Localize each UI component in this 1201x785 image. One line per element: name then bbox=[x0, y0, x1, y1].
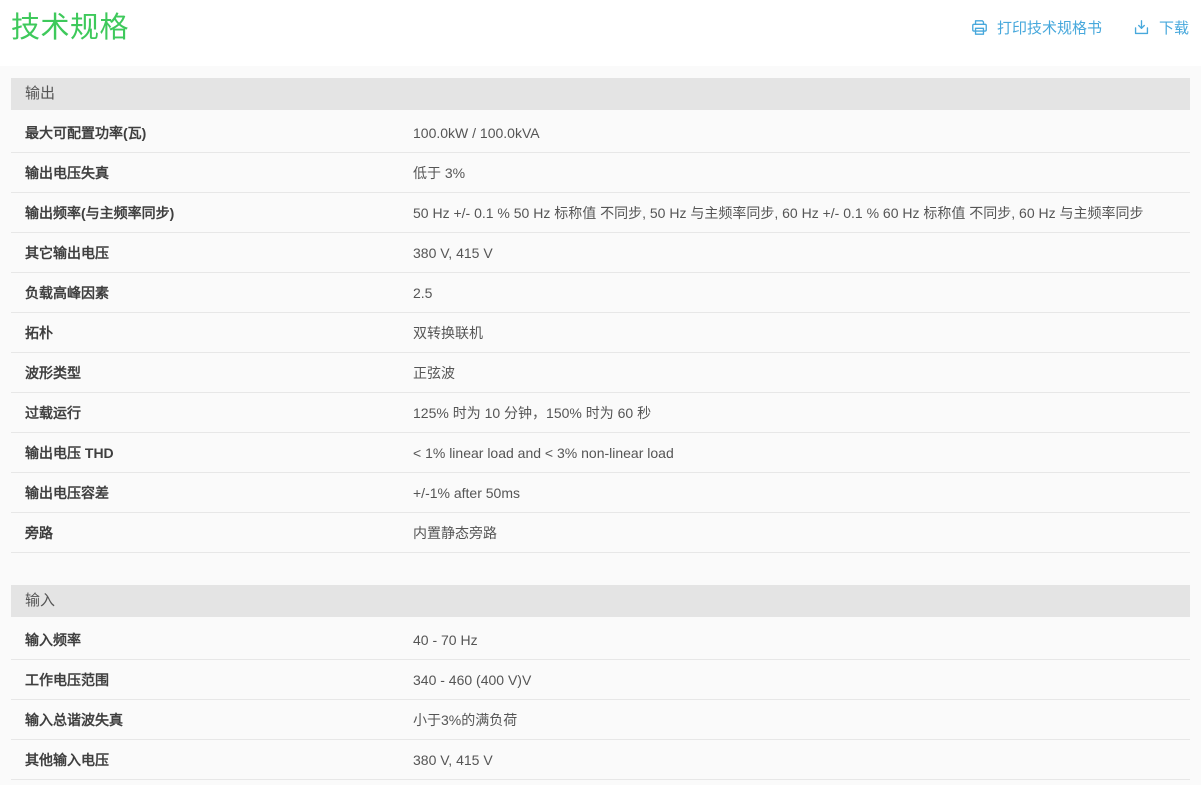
spec-row-label: 其他输入电压 bbox=[11, 750, 413, 770]
download-icon bbox=[1132, 18, 1151, 37]
header-actions: 打印技术规格书 下载 bbox=[970, 17, 1189, 38]
page-title: 技术规格 bbox=[11, 14, 129, 43]
spec-row-label: 输出电压失真 bbox=[11, 163, 413, 183]
spec-row: 输出电压 THD < 1% linear load and < 3% non-l… bbox=[11, 433, 1190, 473]
spec-row-label: 工作电压范围 bbox=[11, 670, 413, 690]
print-spec-link[interactable]: 打印技术规格书 bbox=[970, 17, 1102, 38]
spec-row: 波形类型 正弦波 bbox=[11, 353, 1190, 393]
spec-row-value: 340 - 460 (400 V)V bbox=[413, 672, 1190, 688]
spec-row: 工作电压范围 340 - 460 (400 V)V bbox=[11, 660, 1190, 700]
spec-row: 输出电压失真 低于 3% bbox=[11, 153, 1190, 193]
spec-row-value: 内置静态旁路 bbox=[413, 523, 1190, 543]
section-body: 最大可配置功率(瓦) 100.0kW / 100.0kVA 输出电压失真 低于 … bbox=[11, 110, 1190, 553]
spec-row-label: 其它输出电压 bbox=[11, 243, 413, 263]
section-header: 输出 bbox=[11, 78, 1190, 110]
download-link[interactable]: 下载 bbox=[1132, 17, 1189, 38]
spec-row-label: 最大可配置功率(瓦) bbox=[11, 123, 413, 143]
printer-icon bbox=[970, 18, 989, 37]
spec-row-value: 50 Hz +/- 0.1 % 50 Hz 标称值 不同步, 50 Hz 与主频… bbox=[413, 203, 1190, 223]
spec-row: 过载运行 125% 时为 10 分钟，150% 时为 60 秒 bbox=[11, 393, 1190, 433]
spec-row-value: 低于 3% bbox=[413, 163, 1190, 183]
spec-row-label: 输出频率(与主频率同步) bbox=[11, 203, 413, 223]
spec-row: 输出频率(与主频率同步) 50 Hz +/- 0.1 % 50 Hz 标称值 不… bbox=[11, 193, 1190, 233]
spec-row-value: 380 V, 415 V bbox=[413, 245, 1190, 261]
spec-tables: 输出 最大可配置功率(瓦) 100.0kW / 100.0kVA 输出电压失真 … bbox=[0, 66, 1201, 780]
spec-row: 输出电压容差 +/-1% after 50ms bbox=[11, 473, 1190, 513]
spec-row-label: 旁路 bbox=[11, 523, 413, 543]
spec-section: 输出 最大可配置功率(瓦) 100.0kW / 100.0kVA 输出电压失真 … bbox=[11, 78, 1190, 553]
spec-section: 输入 输入频率 40 - 70 Hz 工作电压范围 340 - 460 (400… bbox=[11, 585, 1190, 780]
spec-row-value: 2.5 bbox=[413, 285, 1190, 301]
spec-row: 旁路 内置静态旁路 bbox=[11, 513, 1190, 553]
spec-row-label: 波形类型 bbox=[11, 363, 413, 383]
spec-row: 拓朴 双转换联机 bbox=[11, 313, 1190, 353]
print-spec-label: 打印技术规格书 bbox=[997, 17, 1102, 38]
spec-row-label: 输出电压容差 bbox=[11, 483, 413, 503]
spec-row-value: +/-1% after 50ms bbox=[413, 485, 1190, 501]
spec-row: 最大可配置功率(瓦) 100.0kW / 100.0kVA bbox=[11, 113, 1190, 153]
spec-row-label: 过载运行 bbox=[11, 403, 413, 423]
spec-row-value: 40 - 70 Hz bbox=[413, 632, 1190, 648]
download-label: 下载 bbox=[1159, 17, 1189, 38]
spec-row-value: 双转换联机 bbox=[413, 323, 1190, 343]
spec-row-label: 拓朴 bbox=[11, 323, 413, 343]
spec-row-value: 380 V, 415 V bbox=[413, 752, 1190, 768]
spec-row-value: 125% 时为 10 分钟，150% 时为 60 秒 bbox=[413, 403, 1190, 423]
page-header: 技术规格 打印技术规格书 bbox=[0, 0, 1201, 66]
spec-row-label: 输入频率 bbox=[11, 630, 413, 650]
spec-row-label: 输入总谐波失真 bbox=[11, 710, 413, 730]
spec-row: 其它输出电压 380 V, 415 V bbox=[11, 233, 1190, 273]
spec-row: 输入频率 40 - 70 Hz bbox=[11, 620, 1190, 660]
spec-row-label: 输出电压 THD bbox=[11, 443, 413, 463]
spec-row: 负载高峰因素 2.5 bbox=[11, 273, 1190, 313]
spec-row-label: 负载高峰因素 bbox=[11, 283, 413, 303]
spec-row-value: 小于3%的满负荷 bbox=[413, 710, 1190, 730]
section-body: 输入频率 40 - 70 Hz 工作电压范围 340 - 460 (400 V)… bbox=[11, 617, 1190, 780]
spec-row: 输入总谐波失真 小于3%的满负荷 bbox=[11, 700, 1190, 740]
spec-row-value: 正弦波 bbox=[413, 363, 1190, 383]
spec-row-value: < 1% linear load and < 3% non-linear loa… bbox=[413, 445, 1190, 461]
spec-row: 其他输入电压 380 V, 415 V bbox=[11, 740, 1190, 780]
spec-row-value: 100.0kW / 100.0kVA bbox=[413, 125, 1190, 141]
spec-page: 技术规格 打印技术规格书 bbox=[0, 0, 1201, 780]
section-header: 输入 bbox=[11, 585, 1190, 617]
